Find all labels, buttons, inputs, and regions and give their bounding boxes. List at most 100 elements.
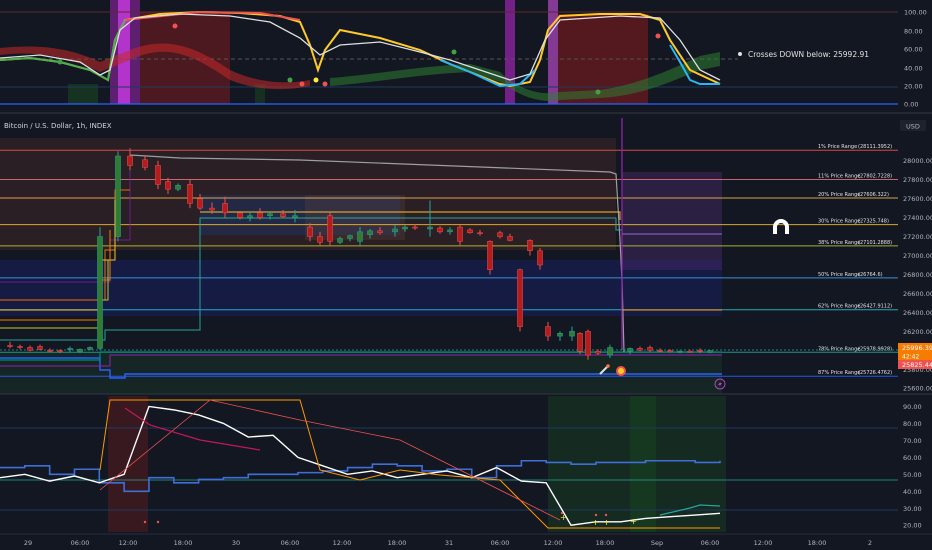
price-tick-label: 26800.00	[903, 271, 932, 279]
time-tick-label: 2	[868, 539, 872, 547]
svg-text:+: +	[592, 518, 599, 527]
svg-text:+: +	[603, 518, 610, 527]
candle-body	[280, 213, 286, 217]
fib-level-value: (26427.9112)	[858, 304, 892, 310]
fib-level-value: (26764.6)	[858, 272, 883, 278]
candle-body	[57, 350, 63, 353]
top-tick-label: 20.00	[904, 83, 923, 91]
candle-body	[569, 331, 575, 337]
top-tick-label: 40.00	[904, 65, 923, 73]
fib-level-label: 50% Price Range	[818, 272, 860, 278]
candle-body	[7, 345, 13, 347]
candle-body	[347, 235, 353, 239]
time-tick-label: 06:00	[281, 539, 300, 547]
candle-body	[557, 332, 563, 337]
candle-body	[667, 350, 673, 353]
price-tick-label: 27600.00	[903, 195, 932, 203]
candle-body	[175, 185, 181, 190]
candle-body	[257, 212, 263, 218]
candle-body	[247, 215, 253, 218]
candle-body	[412, 226, 418, 229]
top-tick-label: 100.00	[904, 9, 927, 17]
candle-body	[707, 350, 713, 353]
time-tick-label: 12:00	[119, 539, 138, 547]
candle-body	[187, 184, 193, 204]
price-tick-label: 26400.00	[903, 309, 932, 317]
candle-body	[595, 350, 601, 354]
candle-body	[545, 326, 551, 337]
candle-body	[292, 215, 298, 218]
price-tick-label: 26200.00	[903, 328, 932, 336]
candle-body	[165, 181, 171, 190]
svg-text:+: +	[560, 513, 567, 522]
bottom-tick-label: 90.00	[903, 403, 922, 411]
fib-level-value: (27606.322)	[858, 192, 889, 198]
candle-body	[637, 348, 643, 351]
candle-body	[237, 212, 243, 218]
top-tick-label: 80.00	[904, 28, 923, 36]
svg-text:+: +	[630, 517, 637, 526]
candle-body	[209, 207, 215, 211]
fib-level-label: 78% Price Range	[818, 346, 860, 352]
candle-body	[77, 349, 83, 352]
candle-body	[507, 236, 513, 241]
time-tick-label: 18:00	[388, 539, 407, 547]
top-oscillator-panel[interactable]: Crosses DOWN below: 25992.91 100.00 80.00…	[0, 0, 927, 112]
candle-body	[47, 350, 53, 352]
candle-body	[517, 269, 523, 327]
fib-level-label: 1% Price Range	[818, 144, 857, 150]
price-tick-label: 27400.00	[903, 214, 932, 222]
fib-level-value: (27802.7228)	[858, 173, 892, 179]
candle-body	[155, 165, 161, 185]
highlight-band	[548, 0, 558, 104]
time-tick-label: 12:00	[333, 539, 352, 547]
candle-body	[537, 250, 543, 266]
fib-level-label: 87% Price Range	[818, 370, 860, 376]
candle-body	[437, 227, 443, 233]
candle-body	[37, 346, 43, 350]
last-price-label: 25996.39	[902, 344, 932, 352]
price-tick-label: 27200.00	[903, 233, 932, 241]
candle-body	[607, 347, 613, 356]
candle-body	[585, 331, 591, 356]
time-tick-label: 29	[24, 539, 32, 547]
candle-body	[402, 226, 408, 230]
candle-body	[697, 350, 703, 352]
red-price-label: 25825.44	[902, 361, 932, 369]
candle-body	[647, 347, 653, 351]
fib-level-label: 20% Price Range	[818, 192, 860, 198]
candle-body	[392, 228, 398, 233]
lower-zone	[0, 352, 722, 394]
crosses-down-tooltip: Crosses DOWN below: 25992.91	[748, 50, 869, 59]
candle-body	[17, 346, 23, 348]
emoji-icon	[616, 366, 626, 376]
price-tick-label: 26600.00	[903, 290, 932, 298]
time-tick-label: 18:00	[808, 539, 827, 547]
candle-body	[307, 226, 313, 237]
bottom-tick-label: 70.00	[903, 437, 922, 445]
candle-body	[357, 231, 363, 242]
fib-level-label: 11% Price Range	[818, 173, 860, 179]
candle-body	[97, 236, 103, 349]
candle-body	[687, 350, 693, 353]
top-tick-label: 0.00	[904, 101, 918, 109]
symbol-title: Bitcoin / U.S. Dollar, 1h, INDEX	[4, 122, 112, 130]
candle-body	[197, 198, 203, 209]
bullish-zone	[630, 396, 656, 532]
time-tick-label: 06:00	[701, 539, 720, 547]
candle-body	[447, 229, 453, 233]
candle-body	[627, 348, 633, 352]
candle-body	[477, 232, 483, 235]
candle-body	[222, 203, 228, 214]
countdown-label: 42:42	[902, 354, 919, 361]
fib-level-value: (25978.9928)	[858, 346, 892, 352]
candle-body	[677, 350, 683, 353]
candle-body	[377, 230, 383, 234]
candle-body	[67, 348, 73, 350]
fib-level-value: (28111.3952)	[858, 144, 892, 150]
candle-body	[127, 155, 133, 166]
fib-level-value: (27325.748)	[858, 219, 889, 225]
candle-body	[327, 215, 333, 242]
chart-canvas[interactable]: Crosses DOWN below: 25992.91 100.00 80.00…	[0, 0, 932, 550]
bottom-tick-label: 50.00	[903, 471, 922, 479]
